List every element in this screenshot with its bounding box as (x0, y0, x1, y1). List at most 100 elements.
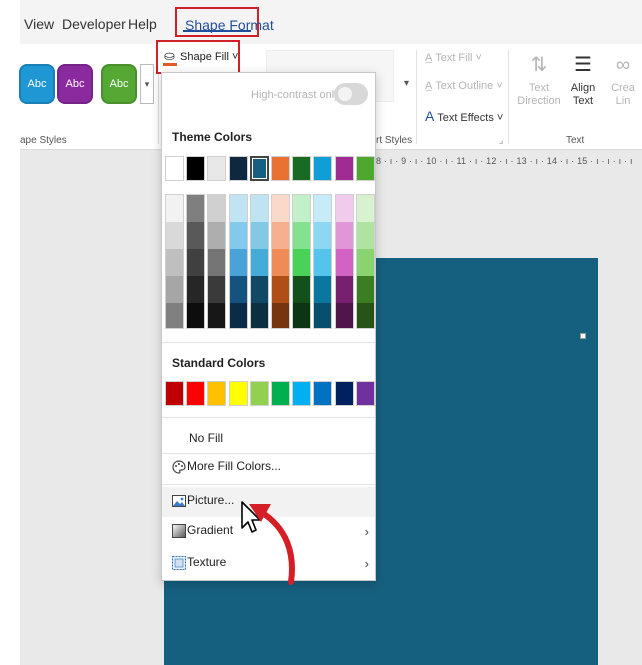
resize-handle[interactable] (580, 333, 586, 339)
theme-color-swatch[interactable] (249, 156, 269, 181)
theme-shade-column (292, 194, 312, 329)
theme-shade-swatch[interactable] (356, 276, 374, 303)
horizontal-ruler[interactable]: 8 · ı · 9 · ı · 10 · ı · 11 · ı · 12 · ı… (376, 156, 642, 170)
theme-shade-swatch[interactable] (250, 249, 268, 276)
align-text-button[interactable]: ☰ Align Text (566, 48, 600, 108)
standard-color-swatch[interactable] (271, 381, 290, 406)
theme-shade-swatch[interactable] (166, 249, 183, 276)
more-fill-colors-item[interactable]: More Fill Colors... (162, 453, 375, 483)
shape-fill-text: Shape Fill (180, 51, 229, 63)
create-link-button[interactable]: ∞ Crea Lin (604, 48, 642, 108)
standard-color-swatch[interactable] (207, 381, 227, 406)
theme-shade-swatch[interactable] (229, 249, 247, 276)
theme-shade-swatch[interactable] (166, 195, 183, 222)
theme-shade-swatch[interactable] (314, 249, 332, 276)
theme-shade-swatch[interactable] (314, 195, 332, 222)
shape-style-blue[interactable]: Abc (19, 64, 55, 104)
theme-shade-swatch[interactable] (166, 222, 183, 249)
tab-shape-format[interactable]: Shape Format (175, 7, 274, 37)
theme-shade-swatch[interactable] (250, 195, 268, 222)
theme-shade-swatch[interactable] (187, 249, 205, 276)
theme-shade-swatch[interactable] (335, 195, 353, 222)
standard-color-swatch[interactable] (292, 381, 312, 406)
standard-color-swatch[interactable] (355, 381, 375, 406)
theme-shade-swatch[interactable] (250, 303, 268, 328)
theme-color-swatch[interactable] (334, 156, 354, 181)
theme-color-swatch[interactable] (186, 156, 206, 181)
theme-shade-swatch[interactable] (272, 303, 289, 328)
dialog-launcher-icon[interactable]: ⌟ (499, 135, 503, 146)
theme-shade-swatch[interactable] (250, 222, 268, 249)
theme-shade-swatch[interactable] (208, 276, 226, 303)
theme-shade-swatch[interactable] (272, 195, 289, 222)
theme-color-swatch[interactable] (228, 156, 248, 181)
theme-shade-swatch[interactable] (335, 276, 353, 303)
theme-color-swatch[interactable] (165, 156, 184, 181)
tab-help[interactable]: Help (128, 16, 157, 32)
theme-color-swatch[interactable] (271, 156, 290, 181)
shape-style-purple[interactable]: Abc (57, 64, 93, 104)
theme-shade-swatch[interactable] (293, 303, 311, 328)
shape-styles-more-button[interactable]: ▾ (140, 64, 154, 104)
theme-shade-swatch[interactable] (229, 276, 247, 303)
theme-shade-swatch[interactable] (229, 195, 247, 222)
theme-shade-swatch[interactable] (166, 303, 183, 328)
text-effects-button[interactable]: A Text Effects ˅ (425, 108, 503, 124)
tab-view[interactable]: View (24, 16, 54, 32)
theme-shade-swatch[interactable] (250, 276, 268, 303)
theme-shade-swatch[interactable] (187, 276, 205, 303)
theme-shade-swatch[interactable] (314, 222, 332, 249)
high-contrast-label: High-contrast only (251, 89, 340, 101)
theme-shade-swatch[interactable] (293, 276, 311, 303)
shape-style-label: Abc (65, 78, 85, 90)
theme-shade-swatch[interactable] (272, 249, 289, 276)
align-text-label: Align Text (570, 82, 596, 107)
theme-shade-swatch[interactable] (208, 222, 226, 249)
standard-color-swatch[interactable] (249, 381, 269, 406)
theme-shade-swatch[interactable] (187, 222, 205, 249)
theme-shade-swatch[interactable] (208, 195, 226, 222)
text-outline-button[interactable]: A̲ Text Outline ˅ (425, 80, 503, 92)
chevron-right-icon: › (364, 524, 369, 539)
theme-shade-swatch[interactable] (293, 195, 311, 222)
theme-shade-swatch[interactable] (335, 303, 353, 328)
standard-color-swatch[interactable] (228, 381, 248, 406)
standard-color-swatch[interactable] (313, 381, 333, 406)
theme-shade-swatch[interactable] (272, 222, 289, 249)
text-direction-button[interactable]: ⇅ Text Direction (516, 48, 562, 108)
standard-color-swatch[interactable] (334, 381, 354, 406)
chevron-down-icon[interactable]: ▾ (404, 78, 409, 89)
theme-color-swatch[interactable] (313, 156, 333, 181)
shape-fill-button[interactable]: ⛀ Shape Fill ˅ (156, 40, 240, 74)
theme-shade-swatch[interactable] (356, 249, 374, 276)
theme-shade-swatch[interactable] (187, 195, 205, 222)
theme-shade-swatch[interactable] (187, 303, 205, 328)
no-fill-item[interactable]: No Fill (162, 423, 375, 453)
text-group-label: Text (566, 135, 585, 146)
theme-shade-swatch[interactable] (314, 303, 332, 328)
divider (162, 484, 375, 485)
tab-developer[interactable]: Developer (62, 16, 126, 32)
text-fill-button[interactable]: A̲ Text Fill ˅ (425, 52, 482, 64)
theme-color-swatch[interactable] (292, 156, 312, 181)
theme-shade-swatch[interactable] (356, 222, 374, 249)
standard-color-swatch[interactable] (186, 381, 206, 406)
theme-shade-swatch[interactable] (229, 222, 247, 249)
theme-color-swatch[interactable] (207, 156, 227, 181)
shape-style-green[interactable]: Abc (101, 64, 137, 104)
theme-shade-swatch[interactable] (229, 303, 247, 328)
theme-shade-swatch[interactable] (314, 276, 332, 303)
theme-shade-swatch[interactable] (356, 195, 374, 222)
high-contrast-toggle[interactable] (334, 83, 368, 105)
theme-shade-swatch[interactable] (356, 303, 374, 328)
theme-shade-swatch[interactable] (293, 249, 311, 276)
theme-shade-swatch[interactable] (335, 222, 353, 249)
theme-shade-swatch[interactable] (166, 276, 183, 303)
theme-shade-swatch[interactable] (293, 222, 311, 249)
theme-shade-swatch[interactable] (335, 249, 353, 276)
theme-shade-swatch[interactable] (272, 276, 289, 303)
theme-shade-swatch[interactable] (208, 249, 226, 276)
standard-color-swatch[interactable] (165, 381, 184, 406)
theme-shade-swatch[interactable] (208, 303, 226, 328)
theme-color-swatch[interactable] (355, 156, 375, 181)
